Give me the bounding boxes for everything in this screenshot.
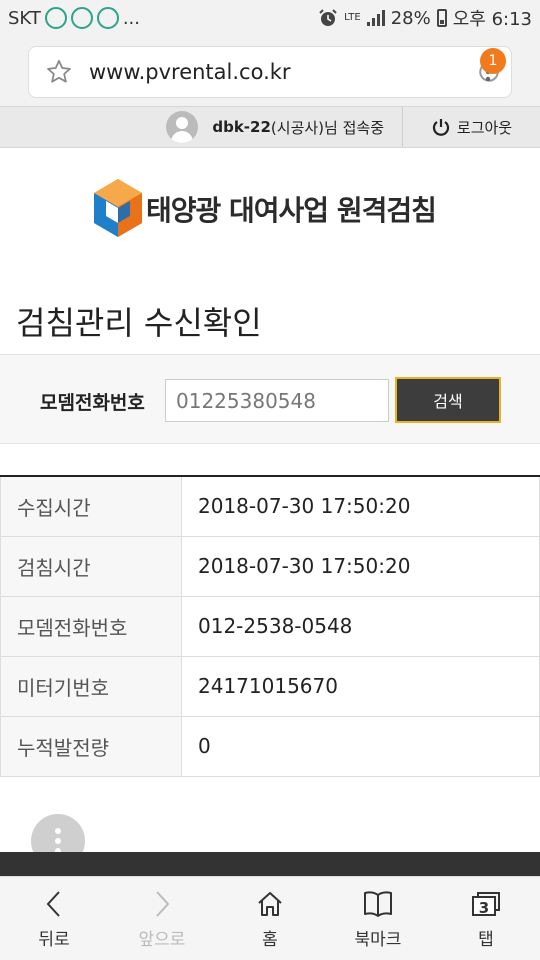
logo-text: 태양광 대여사업 원격검침 <box>146 194 437 227</box>
power-icon <box>432 119 449 136</box>
row-value: 24171015670 <box>181 656 540 717</box>
table-row: 모뎀전화번호 012-2538-0548 <box>0 596 540 657</box>
notification-app-icon <box>44 7 67 29</box>
home-icon <box>253 887 287 921</box>
tabs-label: 탭 <box>478 930 494 950</box>
user-info: dbk-22 (시공사)님 접속중 <box>166 107 402 147</box>
browser-menu-button[interactable]: 1 <box>466 36 510 106</box>
back-button[interactable]: 뒤로 <box>0 877 108 960</box>
notification-app-icon <box>70 7 93 29</box>
table-row: 수집시간 2018-07-30 17:50:20 <box>0 476 540 537</box>
row-key: 검침시간 <box>0 536 182 597</box>
search-button[interactable]: 검색 <box>395 377 501 423</box>
tabs-button[interactable]: 3 탭 <box>432 877 540 960</box>
home-button[interactable]: 홈 <box>216 877 324 960</box>
address-bar[interactable]: www.pvrental.co.kr <box>28 46 512 98</box>
notification-app-icon <box>96 7 119 29</box>
status-bar: SKT ... LTE 28% 오후 6:13 <box>0 0 540 36</box>
avatar <box>166 111 199 143</box>
browser-toolbar: www.pvrental.co.kr 1 <box>0 36 540 106</box>
search-label: 모뎀전화번호 <box>40 392 145 414</box>
logout-label: 로그아웃 <box>456 118 513 137</box>
dot <box>55 838 61 844</box>
network-type: LTE <box>344 12 361 23</box>
search-panel: 모뎀전화번호 검색 <box>0 354 540 444</box>
row-value: 0 <box>181 716 540 777</box>
row-key: 수집시간 <box>0 476 182 537</box>
table-row: 검침시간 2018-07-30 17:50:20 <box>0 536 540 597</box>
row-value: 2018-07-30 17:50:20 <box>181 536 540 597</box>
back-label: 뒤로 <box>38 930 70 950</box>
home-label: 홈 <box>262 930 278 950</box>
row-key: 모뎀전화번호 <box>0 596 182 657</box>
chevron-left-icon <box>37 887 71 921</box>
user-status: (시공사)님 접속중 <box>270 118 384 137</box>
page-title: 검침관리 수신확인 <box>16 304 262 342</box>
book-icon <box>361 887 395 921</box>
page-footer-strip <box>0 852 540 876</box>
status-left: SKT ... <box>8 7 140 29</box>
status-right: LTE 28% 오후 6:13 <box>318 5 532 31</box>
row-key: 누적발전량 <box>0 716 182 777</box>
carrier-label: SKT <box>8 7 41 29</box>
bookmarks-label: 북마크 <box>354 930 402 950</box>
clock: 오후 6:13 <box>452 9 532 30</box>
bookmarks-button[interactable]: 북마크 <box>324 877 432 960</box>
row-value: 012-2538-0548 <box>181 596 540 657</box>
alarm-icon <box>319 9 337 26</box>
forward-label: 앞으로 <box>138 930 186 950</box>
table-row: 누적발전량 0 <box>0 716 540 777</box>
row-value: 2018-07-30 17:50:20 <box>181 476 540 537</box>
logout-button[interactable]: 로그아웃 <box>402 107 540 147</box>
row-key: 미터기번호 <box>0 656 182 717</box>
dot <box>55 828 61 834</box>
tab-count: 3 <box>478 899 490 917</box>
more-notifications: ... <box>122 7 140 29</box>
browser-bottom-nav: 뒤로 앞으로 홈 북마크 3 탭 <box>0 876 540 960</box>
modem-phone-input[interactable] <box>165 379 389 422</box>
user-bar: dbk-22 (시공사)님 접속중 로그아웃 <box>0 106 540 148</box>
battery-percent: 28% <box>390 7 431 29</box>
site-logo[interactable]: 태양광 대여사업 원격검침 <box>92 176 437 242</box>
table-row: 미터기번호 24171015670 <box>0 656 540 717</box>
tabs-icon: 3 <box>469 887 503 921</box>
logo-cube-icon <box>94 179 142 237</box>
signal-icon <box>366 10 385 26</box>
chevron-right-icon <box>145 887 179 921</box>
battery-icon <box>436 9 447 27</box>
notification-badge: 1 <box>480 48 506 74</box>
detail-table: 수집시간 2018-07-30 17:50:20 검침시간 2018-07-30… <box>0 475 540 777</box>
star-icon[interactable] <box>29 46 89 98</box>
url-text[interactable]: www.pvrental.co.kr <box>89 60 467 84</box>
user-id: dbk-22 <box>212 118 271 136</box>
forward-button[interactable]: 앞으로 <box>108 877 216 960</box>
